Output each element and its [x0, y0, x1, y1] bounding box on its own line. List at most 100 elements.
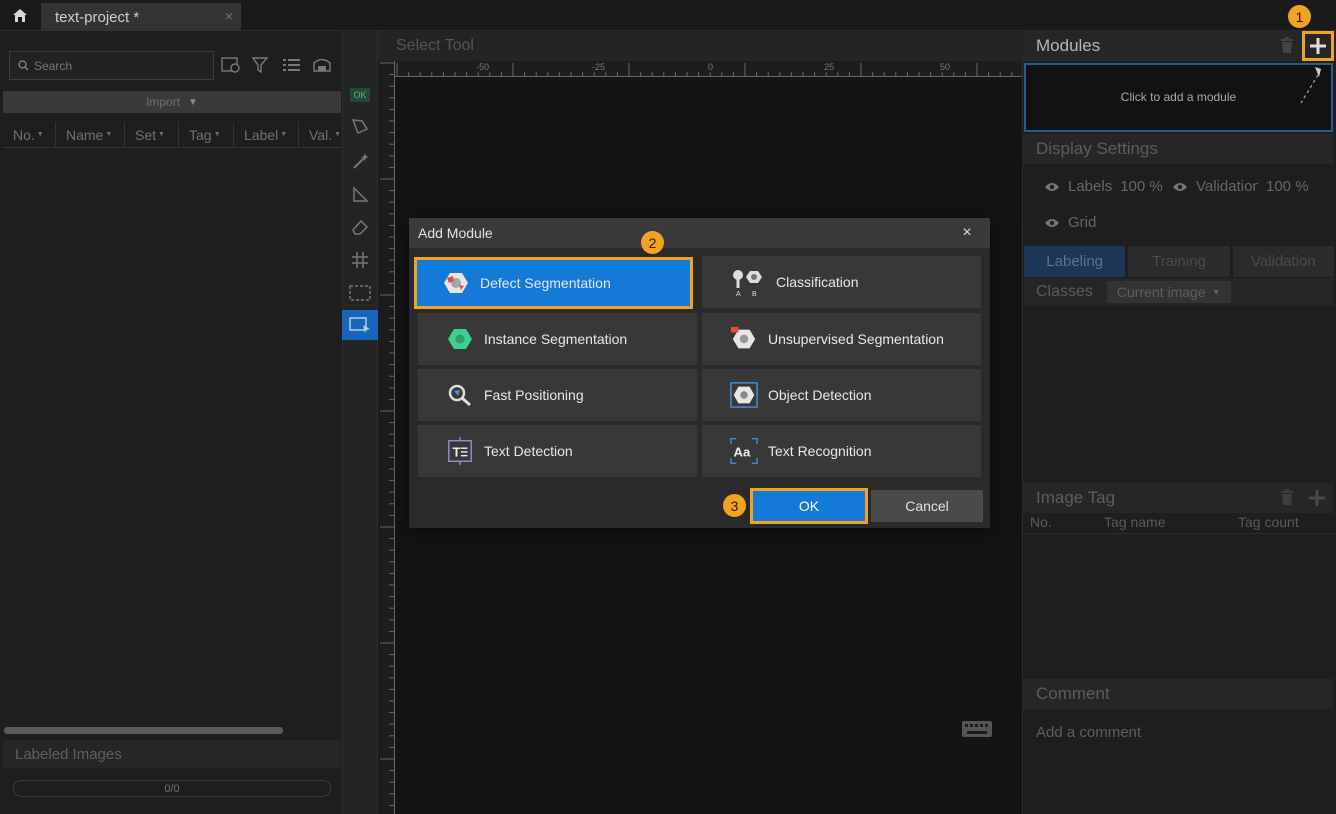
option-text-recognition[interactable]: Aa Text Recognition: [702, 425, 981, 477]
object-detection-icon: [730, 381, 758, 409]
ok-button[interactable]: OK: [750, 488, 868, 524]
ok-status-chip: OK: [350, 88, 370, 102]
canvas-header: Select Tool: [378, 31, 1022, 61]
current-image-dropdown[interactable]: Current image ▼: [1106, 281, 1231, 303]
grid-label: Grid: [1068, 214, 1097, 231]
delete-tag-button[interactable]: [1280, 489, 1294, 506]
ruler-label: -25: [592, 62, 606, 72]
tag-table-header: No. Tag name Tag count: [1024, 514, 1334, 534]
ruler-label: -50: [476, 62, 490, 72]
home-button[interactable]: [0, 0, 40, 31]
dialog-title: Add Module: [418, 225, 493, 241]
defect-segmentation-icon: [442, 269, 470, 297]
tag-column-no: No.: [1030, 514, 1052, 530]
display-settings-header: Display Settings: [1022, 134, 1334, 164]
ruler-label: 0: [708, 62, 714, 72]
step-badge-1: 1: [1288, 5, 1311, 28]
left-ruler: [378, 61, 395, 814]
labels-opacity: 100 %: [1120, 178, 1163, 195]
modules-title: Modules: [1036, 36, 1101, 55]
corner-ruler-icon: [353, 186, 369, 202]
grid-tool-button[interactable]: [342, 245, 378, 275]
comment-input[interactable]: Add a comment: [1036, 724, 1141, 741]
text-recognition-icon: Aa: [730, 437, 758, 465]
search-placeholder: Search: [34, 58, 73, 73]
add-tag-button[interactable]: [1308, 489, 1326, 507]
option-classification[interactable]: AB Classification: [702, 256, 981, 308]
column-name[interactable]: Name ▼: [56, 122, 125, 147]
search-input[interactable]: Search: [9, 51, 214, 80]
dialog-close-button[interactable]: ×: [958, 224, 976, 242]
eraser-tool-button[interactable]: [342, 212, 378, 242]
home-icon: [13, 9, 27, 22]
filter-icon[interactable]: [251, 56, 271, 74]
dashed-rectangle-icon: [349, 285, 371, 301]
class-a-label: A: [736, 291, 741, 297]
column-no[interactable]: No. ▼: [3, 122, 56, 147]
image-list-panel: [0, 31, 342, 814]
plus-icon: [1310, 38, 1326, 54]
add-module-button[interactable]: [1302, 31, 1334, 61]
option-unsupervised-segmentation[interactable]: Unsupervised Segmentation: [702, 313, 981, 365]
option-instance-segmentation[interactable]: Instance Segmentation: [418, 313, 697, 365]
labels-visibility-row[interactable]: Labels 100 %: [1044, 178, 1163, 195]
trash-icon: [1281, 37, 1293, 53]
column-set[interactable]: Set ▼: [125, 122, 179, 147]
validation-label: Validation: [1196, 178, 1258, 195]
tab-title: text-project *: [55, 9, 140, 26]
polygon-tool-button[interactable]: [342, 112, 378, 142]
option-label: Fast Positioning: [484, 387, 584, 403]
classification-icon: AB: [730, 268, 766, 297]
labeled-images-header: Labeled Images: [3, 740, 341, 768]
validation-opacity: 100 %: [1266, 178, 1309, 195]
select-tool-button[interactable]: [342, 310, 378, 340]
option-object-detection[interactable]: Object Detection: [702, 369, 981, 421]
list-icon[interactable]: [282, 56, 302, 74]
validation-visibility-row[interactable]: Validation 100 %: [1172, 178, 1332, 195]
ruler-label: 25: [824, 62, 835, 72]
camera-icon[interactable]: [312, 56, 332, 74]
step-badge-3: 3: [723, 494, 746, 517]
polygon-icon: [351, 119, 369, 135]
labels-label: Labels: [1068, 178, 1113, 195]
smart-select-tool-button[interactable]: [342, 146, 378, 176]
horizontal-scrollbar[interactable]: [4, 727, 283, 734]
tab-project[interactable]: text-project * ×: [41, 3, 241, 31]
tab-close-button[interactable]: ×: [225, 8, 233, 24]
instance-segmentation-icon: [446, 325, 474, 353]
ruler-tool-button[interactable]: [342, 180, 378, 210]
cancel-button[interactable]: Cancel: [871, 490, 983, 522]
option-label: Classification: [776, 274, 859, 290]
eye-icon: [1173, 182, 1187, 191]
module-hint: Click to add a module: [1120, 90, 1237, 104]
select-icon: [349, 317, 370, 333]
step-badge-2: 2: [641, 231, 664, 254]
tab-labeling[interactable]: Labeling: [1024, 246, 1126, 277]
chevron-down-icon: ▼: [1211, 287, 1221, 297]
import-button[interactable]: Import ▼: [3, 91, 341, 113]
tag-column-count: Tag count: [1238, 514, 1299, 530]
import-label: Import: [146, 95, 181, 109]
tab-training[interactable]: Training: [1128, 246, 1230, 277]
column-tag[interactable]: Tag ▼: [179, 122, 234, 147]
column-label[interactable]: Label ▼: [234, 122, 299, 147]
option-fast-positioning[interactable]: Fast Positioning: [418, 369, 697, 421]
column-val[interactable]: Val. ▼: [299, 122, 341, 147]
option-defect-segmentation[interactable]: Defect Segmentation: [414, 257, 693, 309]
option-label: Text Detection: [484, 443, 573, 459]
eraser-icon: [352, 219, 369, 235]
labeled-progress-bar: 0/0: [13, 780, 331, 797]
option-label: Instance Segmentation: [484, 331, 628, 347]
fast-positioning-icon: [446, 381, 474, 409]
roi-tool-button[interactable]: [342, 278, 378, 308]
eye-icon: [1045, 218, 1059, 227]
grid-visibility-row[interactable]: Grid: [1044, 214, 1096, 231]
tab-validation[interactable]: Validation: [1232, 246, 1334, 277]
keyboard-shortcuts-button[interactable]: [958, 715, 996, 743]
mode-tabs: Labeling Training Validation: [1024, 246, 1334, 277]
classes-label: Classes: [1036, 283, 1093, 300]
delete-module-button[interactable]: [1280, 37, 1294, 54]
class-b-label: B: [752, 291, 757, 297]
option-text-detection[interactable]: T Text Detection: [418, 425, 697, 477]
image-settings-icon[interactable]: [221, 56, 241, 74]
